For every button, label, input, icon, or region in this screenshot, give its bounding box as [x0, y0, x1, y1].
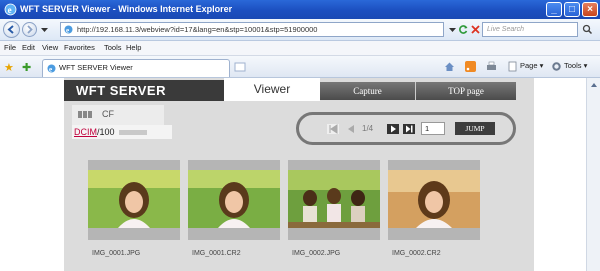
thumbnail-photo-3 — [288, 170, 380, 228]
address-url: http://192.168.11.3/webview?id=17&lang=e… — [77, 25, 318, 34]
folder-name-blurred — [118, 130, 147, 136]
thumbnail-photo-4 — [388, 170, 480, 228]
thumbnail-label-1: IMG_0001.JPG — [92, 250, 141, 257]
address-dropdown-icon[interactable] — [447, 24, 458, 35]
window-title: WFT SERVER Viewer - Windows Internet Exp… — [20, 4, 233, 14]
refresh-icon[interactable] — [458, 24, 469, 35]
svg-text:e: e — [8, 5, 12, 15]
vertical-scrollbar[interactable] — [586, 78, 600, 271]
thumbnail-4[interactable] — [388, 160, 480, 240]
menu-bar: File Edit View Favorites Tools Help — [0, 41, 600, 56]
address-toolbar: e http://192.168.11.3/webview?id=17&lang… — [0, 19, 600, 41]
recent-pages-chevron-icon[interactable] — [41, 27, 48, 33]
window-titlebar: e WFT SERVER Viewer - Windows Internet E… — [0, 0, 600, 19]
thumbnail-3[interactable] — [288, 160, 380, 240]
address-input[interactable]: e http://192.168.11.3/webview?id=17&lang… — [60, 22, 444, 37]
prev-page-icon[interactable] — [345, 124, 357, 134]
tab-wft-server-viewer[interactable]: e WFT SERVER Viewer — [42, 59, 230, 77]
media-tabs: CF — [72, 105, 164, 125]
nav-tab-top-page[interactable]: TOP page — [416, 82, 516, 100]
menu-edit[interactable]: Edit — [22, 43, 35, 52]
thumbnail-label-2: IMG_0001.CR2 — [192, 250, 241, 257]
folder-path: DCIM/100 — [72, 125, 172, 139]
page-navigator: 1/4 1 JUMP — [296, 112, 516, 145]
new-tab-icon[interactable] — [234, 61, 246, 73]
wft-server-logo: WFT SERVER — [64, 80, 224, 101]
nav-tab-capture[interactable]: Capture — [320, 82, 416, 100]
print-icon[interactable] — [486, 61, 497, 72]
last-page-icon[interactable] — [403, 124, 415, 134]
page-menu-button[interactable]: Page ▾ — [520, 61, 543, 70]
search-icon[interactable] — [582, 24, 593, 35]
back-arrow-icon — [7, 25, 14, 34]
forward-arrow-icon — [27, 25, 33, 34]
page-menu-icon — [508, 61, 517, 72]
maximize-button[interactable]: □ — [564, 2, 580, 17]
close-button[interactable]: × — [582, 2, 598, 17]
menu-file[interactable]: File — [4, 43, 16, 52]
tools-gear-icon — [552, 62, 561, 71]
jump-button[interactable]: JUMP — [455, 122, 495, 135]
thumbnail-label-4: IMG_0002.CR2 — [392, 250, 441, 257]
ie-logo-icon: e — [4, 3, 17, 16]
thumbnail-1[interactable] — [88, 160, 180, 240]
minimize-button[interactable]: _ — [546, 2, 562, 17]
tools-menu-button[interactable]: Tools ▾ — [564, 61, 587, 70]
svg-text:e: e — [66, 27, 69, 35]
media-tab-cf[interactable]: CF — [102, 109, 114, 119]
tab-label: WFT SERVER Viewer — [59, 63, 133, 72]
menu-favorites[interactable]: Favorites — [64, 43, 95, 52]
wft-viewer-page: WFT SERVER Viewer Capture TOP page CF DC… — [64, 78, 534, 271]
scroll-up-icon[interactable] — [589, 80, 599, 90]
back-button[interactable] — [3, 21, 20, 38]
menu-view[interactable]: View — [42, 43, 58, 52]
favorites-star-icon[interactable]: ★ — [4, 61, 14, 74]
folder-dcim-link[interactable]: DCIM — [74, 127, 97, 137]
nav-tab-viewer[interactable]: Viewer — [224, 78, 320, 101]
live-search-input[interactable]: Live Search — [482, 22, 578, 37]
next-page-icon[interactable] — [387, 124, 399, 134]
sd-card-blurred-icon[interactable] — [78, 111, 92, 118]
svg-text:e: e — [49, 66, 52, 74]
first-page-icon[interactable] — [327, 124, 339, 134]
thumbnail-photo-2 — [188, 170, 280, 228]
thumbnail-label-3: IMG_0002.JPG — [292, 250, 341, 257]
thumbnail-2[interactable] — [188, 160, 280, 240]
browser-content: WFT SERVER Viewer Capture TOP page CF DC… — [0, 78, 600, 271]
menu-tools[interactable]: Tools — [104, 43, 122, 52]
menu-help[interactable]: Help — [126, 43, 141, 52]
thumbnail-photo-1 — [88, 170, 180, 228]
tab-page-icon: e — [47, 64, 56, 73]
folder-suffix: /100 — [97, 127, 115, 137]
page-icon: e — [64, 25, 73, 34]
home-icon[interactable] — [444, 61, 455, 72]
tab-bar: ★ ✚ e WFT SERVER Viewer Page ▾ Tools ▾ — [0, 56, 600, 78]
page-count: 1/4 — [362, 124, 374, 133]
page-number-input[interactable]: 1 — [421, 122, 445, 135]
add-favorites-icon[interactable]: ✚ — [22, 61, 31, 74]
stop-icon[interactable] — [470, 24, 481, 35]
feeds-icon[interactable] — [465, 61, 476, 72]
forward-button[interactable] — [22, 22, 37, 37]
